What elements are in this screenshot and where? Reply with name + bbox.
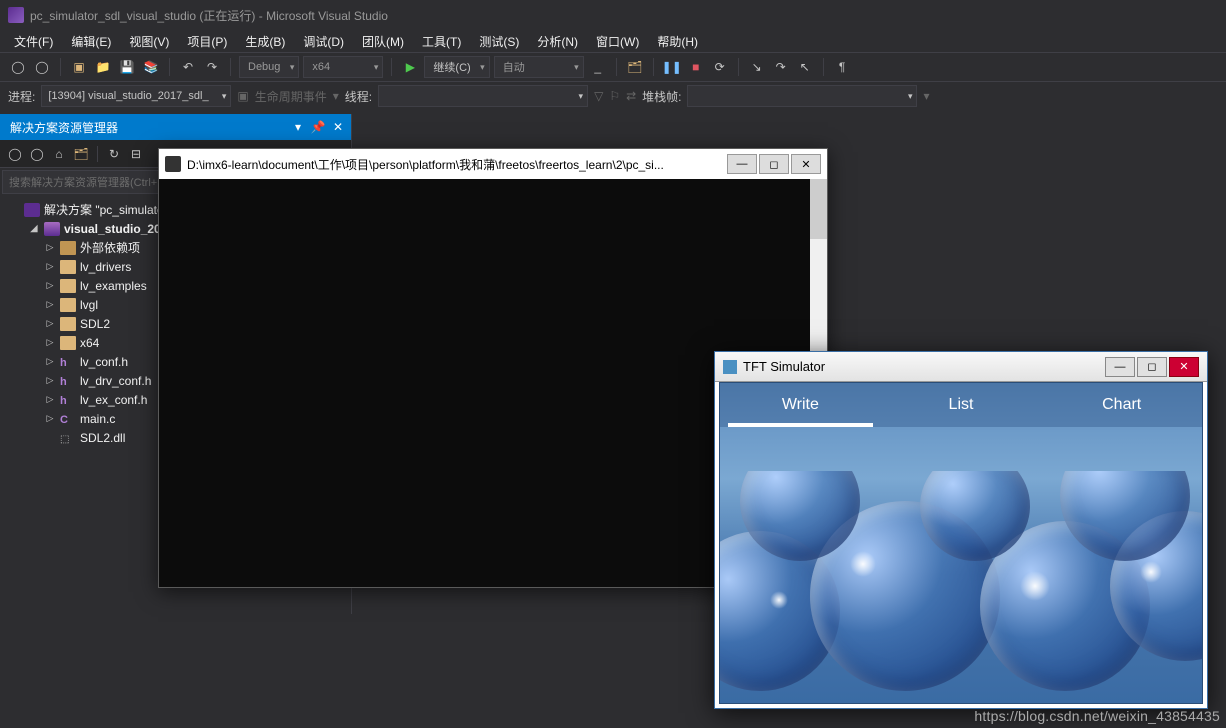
main-toolbar: ◯ ◯ ▣ 📁 💾 📚 ↶ ↷ Debug x64 ▶ 继续(C) 自动 _ 🗂…: [0, 52, 1226, 82]
tft-title: TFT Simulator: [743, 359, 825, 374]
menu-window[interactable]: 窗口(W): [588, 31, 647, 52]
filter-icon[interactable]: ▽: [594, 89, 603, 103]
menu-tools[interactable]: 工具(T): [414, 31, 469, 52]
lifecycle-icon: ▣: [237, 89, 248, 103]
vs-icon: [8, 7, 24, 23]
pause-button[interactable]: ❚❚: [662, 57, 682, 77]
continue-icon: ▶: [400, 57, 420, 77]
console-icon: [165, 156, 181, 172]
menu-team[interactable]: 团队(M): [354, 31, 412, 52]
tag-icon[interactable]: ⚐: [609, 89, 620, 103]
menu-project[interactable]: 项目(P): [179, 31, 235, 52]
swap-icon[interactable]: ⇄: [626, 89, 636, 103]
tft-maximize-button[interactable]: ◻: [1137, 357, 1167, 377]
console-titlebar[interactable]: D:\imx6-learn\document\工作\项目\person\plat…: [159, 149, 827, 179]
process-selector[interactable]: [13904] visual_studio_2017_sdl_: [41, 85, 231, 107]
undo-button[interactable]: ↶: [178, 57, 198, 77]
solution-explorer-button[interactable]: 🗂: [625, 57, 645, 77]
minimize-button[interactable]: —: [727, 154, 757, 174]
misc-button[interactable]: _: [588, 57, 608, 77]
menu-build[interactable]: 生成(B): [237, 31, 293, 52]
sync-icon[interactable]: 🗂: [72, 147, 90, 161]
redo-button[interactable]: ↷: [202, 57, 222, 77]
thread-label: 线程:: [345, 88, 372, 105]
console-title: D:\imx6-learn\document\工作\项目\person\plat…: [187, 156, 719, 173]
lifecycle-label: 生命周期事件: [255, 88, 327, 105]
tab-chart[interactable]: Chart: [1041, 383, 1202, 427]
stackframe-label: 堆栈帧:: [642, 88, 681, 105]
back-button[interactable]: ◯: [8, 57, 28, 77]
thread-selector[interactable]: [378, 85, 588, 107]
close-button[interactable]: ✕: [791, 154, 821, 174]
open-button[interactable]: 📁: [93, 57, 113, 77]
back-icon[interactable]: ◯: [6, 147, 24, 161]
tab-list[interactable]: List: [881, 383, 1042, 427]
menu-analyze[interactable]: 分析(N): [529, 31, 586, 52]
collapse-icon[interactable]: ⊟: [127, 147, 145, 161]
window-title: pc_simulator_sdl_visual_studio (正在运行) - …: [30, 7, 388, 24]
menu-edit[interactable]: 编辑(E): [63, 31, 119, 52]
restart-button[interactable]: ⟳: [710, 57, 730, 77]
tft-icon: [723, 360, 737, 374]
continue-button[interactable]: 继续(C): [424, 56, 489, 78]
menu-view[interactable]: 视图(V): [121, 31, 177, 52]
menu-file[interactable]: 文件(F): [6, 31, 61, 52]
refresh-icon[interactable]: ↻: [105, 147, 123, 161]
process-label: 进程:: [8, 88, 35, 105]
pin-icon[interactable]: 📌: [309, 120, 327, 134]
maximize-button[interactable]: ◻: [759, 154, 789, 174]
save-button[interactable]: 💾: [117, 57, 137, 77]
tft-content: Write List Chart: [719, 382, 1203, 704]
stop-button[interactable]: ■: [686, 57, 706, 77]
menu-help[interactable]: 帮助(H): [649, 31, 706, 52]
watermark: https://blog.csdn.net/weixin_43854435: [974, 708, 1220, 724]
tft-titlebar[interactable]: TFT Simulator — ◻ ✕: [715, 352, 1207, 382]
platform-selector[interactable]: x64: [303, 56, 383, 78]
tft-minimize-button[interactable]: —: [1105, 357, 1135, 377]
new-project-button[interactable]: ▣: [69, 57, 89, 77]
menu-test[interactable]: 测试(S): [471, 31, 527, 52]
debug-bar: 进程: [13904] visual_studio_2017_sdl_ ▣ 生命…: [0, 82, 1226, 110]
tab-write[interactable]: Write: [720, 383, 881, 427]
solution-explorer-header[interactable]: 解决方案资源管理器 ▾ 📌 ✕: [0, 114, 351, 140]
close-icon[interactable]: ✕: [329, 120, 347, 134]
forward-icon[interactable]: ◯: [28, 147, 46, 161]
tft-background: [720, 471, 1202, 703]
forward-button[interactable]: ◯: [32, 57, 52, 77]
save-all-button[interactable]: 📚: [141, 57, 161, 77]
solution-explorer-title: 解决方案资源管理器: [10, 119, 118, 136]
step-over-button[interactable]: ↷: [771, 57, 791, 77]
menu-debug[interactable]: 调试(D): [295, 31, 352, 52]
step-into-button[interactable]: ↘: [747, 57, 767, 77]
panel-dropdown-icon[interactable]: ▾: [289, 120, 307, 134]
config-selector[interactable]: Debug: [239, 56, 299, 78]
home-icon[interactable]: ⌂: [50, 147, 68, 161]
stackframe-selector[interactable]: [687, 85, 917, 107]
tft-simulator-window[interactable]: TFT Simulator — ◻ ✕ Write List Chart: [714, 351, 1208, 709]
window-titlebar: pc_simulator_sdl_visual_studio (正在运行) - …: [0, 0, 1226, 30]
auto-selector[interactable]: 自动: [494, 56, 584, 78]
tft-close-button[interactable]: ✕: [1169, 357, 1199, 377]
format-button[interactable]: ¶: [832, 57, 852, 77]
tft-tabs: Write List Chart: [720, 383, 1202, 427]
step-out-button[interactable]: ↖: [795, 57, 815, 77]
menubar: 文件(F) 编辑(E) 视图(V) 项目(P) 生成(B) 调试(D) 团队(M…: [0, 30, 1226, 52]
